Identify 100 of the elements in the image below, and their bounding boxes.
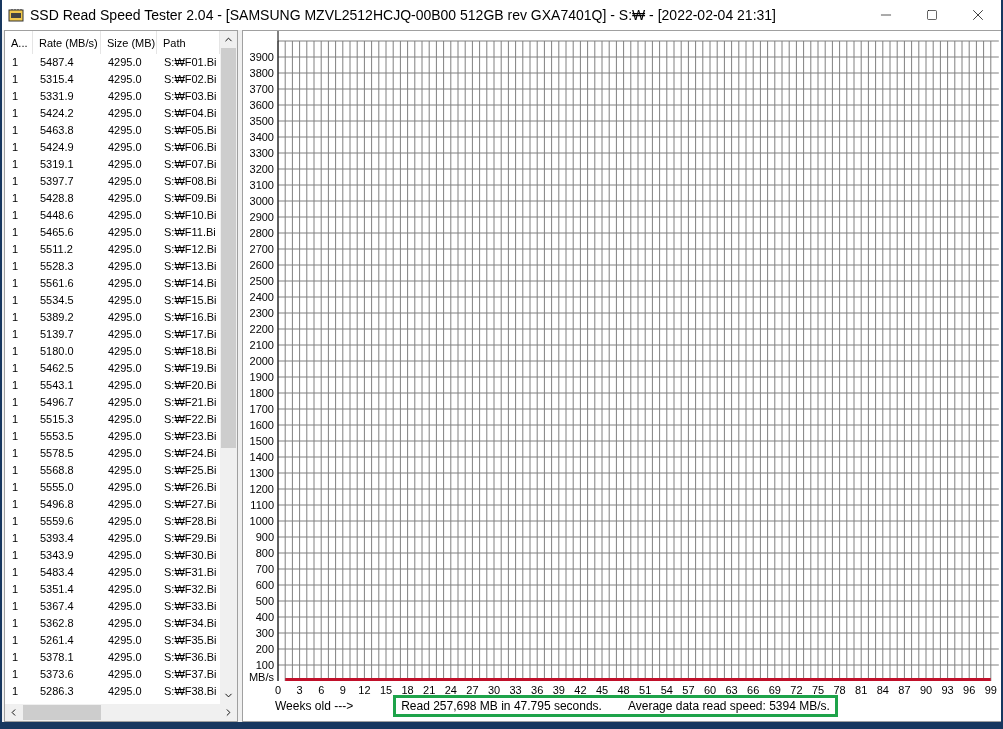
y-tick-label: 2100 [249,339,274,351]
y-tick-label: 2300 [249,307,274,319]
table-cell-text: S:₩F06.Bi [163,140,218,155]
y-tick-label: 2000 [249,355,274,367]
table-cell-text: 1 [11,667,20,682]
table-cell-text: 1 [11,72,20,87]
table-cell-text: 5139.7 [39,327,75,342]
table-cell-text: S:₩F17.Bi [163,327,218,342]
table-cell-text: 1 [11,514,20,529]
table-cell-text: 4295.0 [107,531,143,546]
table-cell-text: S:₩F13.Bi [163,259,218,274]
y-tick-label: 400 [255,611,274,623]
table-cell-text: 1 [11,446,20,461]
table-cell-text: 5496.7 [39,395,75,410]
table-cell-text: 5448.6 [39,208,75,223]
scroll-thumb[interactable] [23,705,101,720]
table-cell-text: 4295.0 [107,242,143,257]
y-tick-label: 2800 [249,227,274,239]
table-cell-text: 4295.0 [107,429,143,444]
table-cell-text: 4295.0 [107,395,143,410]
table-cell-text: 1 [11,293,20,308]
y-tick-label: 2200 [249,323,274,335]
table-cell-text: 5511.2 [39,242,74,257]
table-cell-text: 1 [11,497,20,512]
y-tick-label: 2600 [249,259,274,271]
x-tick-label: 6 [318,684,325,695]
maximize-icon[interactable] [926,9,938,21]
table-cell-text: 5373.6 [39,667,75,682]
x-tick-label: 3 [296,684,303,695]
average-speed: Average data read speed: 5394 MB/s. [627,699,830,713]
table-cell-text: 4295.0 [107,480,143,495]
table-cell-text: 4295.0 [107,89,143,104]
x-tick-label: 15 [379,684,393,695]
table-cell-text: 1 [11,208,20,223]
y-tick-label: 3000 [249,195,274,207]
table-cell-text: 4295.0 [107,514,143,529]
table-cell-text: S:₩F33.Bi [163,599,218,614]
y-tick-label: 2900 [249,211,274,223]
table-cell-text: 1 [11,106,20,121]
table-cell-text: 4295.0 [107,157,143,172]
table-cell-text: S:₩F24.Bi [163,446,218,461]
table-cell-text: 5319.1 [39,157,75,172]
column-header[interactable]: A... [5,31,33,54]
y-tick-label: 1400 [249,451,274,463]
y-tick-label: 500 [255,595,274,607]
vertical-scrollbar[interactable] [220,31,237,704]
x-tick-label: 24 [444,684,457,695]
x-tick-label: 42 [574,684,587,695]
y-tick-label: 3900 [249,51,274,63]
table-cell-text: 4295.0 [107,582,143,597]
scroll-thumb[interactable] [221,48,236,448]
table-cell-text: 4295.0 [107,412,143,427]
y-tick-label: 2500 [249,275,274,287]
column-header[interactable]: Size (MB) [101,31,157,54]
table-cell-text: 1 [11,463,20,478]
x-tick-label: 9 [339,684,346,695]
table-cell-text: 4295.0 [107,633,143,648]
table-cell-text: S:₩F15.Bi [163,293,218,308]
table-cell-text: S:₩F26.Bi [163,480,218,495]
table-cell-text: 5428.8 [39,191,75,206]
table-cell-text: 1 [11,480,20,495]
table-cell-text: 5180.0 [39,344,75,359]
table-cell-text: 5331.9 [39,89,75,104]
y-tick-label: 3400 [249,131,274,143]
table-cell-text: 4295.0 [107,225,143,240]
table-cell-text: 1 [11,157,20,172]
table-cell-text: S:₩F30.Bi [163,548,218,563]
horizontal-scrollbar[interactable] [5,704,237,721]
table-cell-text: 5424.9 [39,140,75,155]
table-cell-text: S:₩F22.Bi [163,412,218,427]
table-cell-text: 5389.2 [39,310,75,325]
table-cell-text: 1 [11,378,20,393]
table-cell-text: 5553.5 [39,429,75,444]
table-cell-text: 4295.0 [107,378,143,393]
table-cell-text: 4295.0 [107,446,143,461]
table-cell-text: 4295.0 [107,497,143,512]
column-header[interactable]: Rate (MB/s) [33,31,101,54]
table-cell-text: S:₩F32.Bi [163,582,218,597]
y-tick-label: 3500 [249,115,274,127]
y-tick-label: 1700 [249,403,274,415]
table-cell-text: 1 [11,684,20,699]
y-tick-label: 1000 [249,515,274,527]
x-tick-label: 60 [703,684,717,695]
table-cell-text: S:₩F04.Bi [163,106,218,121]
table-cell-text: S:₩F10.Bi [163,208,218,223]
table-cell-text: 4295.0 [107,344,143,359]
y-tick-label: 3700 [249,83,274,95]
table-cell-text: 1 [11,429,20,444]
table-cell-text: 5515.3 [39,412,75,427]
x-tick-label: 90 [919,684,933,695]
x-tick-label: 39 [552,684,565,695]
table-cell-text: 4295.0 [107,293,143,308]
y-tick-label: 2700 [249,243,274,255]
table-cell-text: 5424.2 [39,106,75,121]
x-tick-label: 78 [833,684,846,695]
table-cell-text: 5463.8 [39,123,75,138]
x-tick-label: 96 [963,684,976,695]
table-cell-text: 1 [11,599,20,614]
window-title: SSD Read Speed Tester 2.04 - [SAMSUNG MZVL2512HCJQ-00B00 512GB rev GXA7401Q] - S:₩ - [2022-02-04 21:31] [30,7,777,23]
x-tick-label: 12 [358,684,371,695]
